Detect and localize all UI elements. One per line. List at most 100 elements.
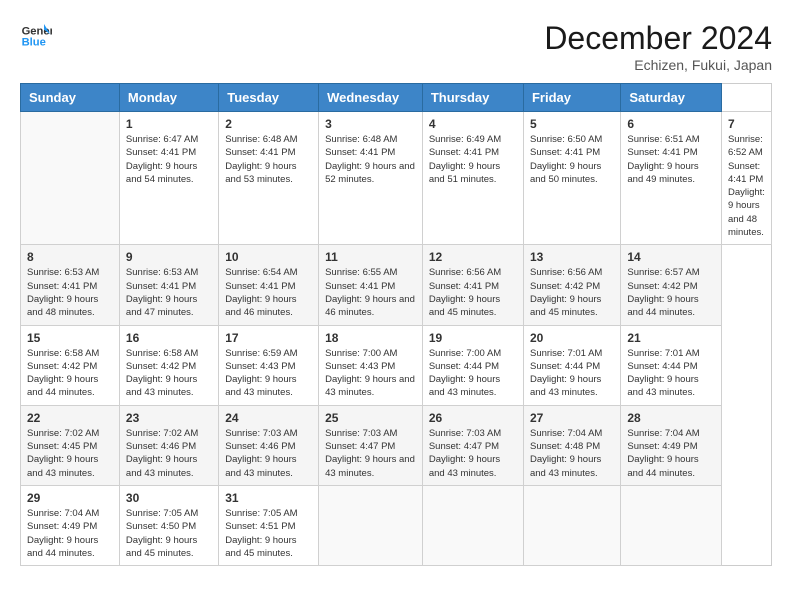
day-info: Sunrise: 7:03 AM Sunset: 4:46 PM Dayligh… [225,427,312,480]
day-info: Sunrise: 7:02 AM Sunset: 4:46 PM Dayligh… [126,427,212,480]
day-of-week-header: Tuesday [219,84,319,112]
calendar-day-cell: 18 Sunrise: 7:00 AM Sunset: 4:43 PM Dayl… [319,325,423,405]
calendar-day-cell: 24 Sunrise: 7:03 AM Sunset: 4:46 PM Dayl… [219,405,319,485]
day-number: 20 [530,331,614,345]
calendar-table: SundayMondayTuesdayWednesdayThursdayFrid… [20,83,772,566]
day-info: Sunrise: 6:58 AM Sunset: 4:42 PM Dayligh… [27,347,113,400]
calendar-day-cell [621,485,722,565]
day-info: Sunrise: 6:53 AM Sunset: 4:41 PM Dayligh… [27,266,113,319]
day-number: 12 [429,250,517,264]
calendar-day-cell [422,485,523,565]
day-info: Sunrise: 7:05 AM Sunset: 4:50 PM Dayligh… [126,507,212,560]
day-number: 4 [429,117,517,131]
day-info: Sunrise: 6:48 AM Sunset: 4:41 PM Dayligh… [225,133,312,186]
calendar-day-cell: 17 Sunrise: 6:59 AM Sunset: 4:43 PM Dayl… [219,325,319,405]
title-area: December 2024 Echizen, Fukui, Japan [544,20,772,73]
day-of-week-header: Friday [523,84,620,112]
calendar-day-cell: 19 Sunrise: 7:00 AM Sunset: 4:44 PM Dayl… [422,325,523,405]
calendar-day-cell: 4 Sunrise: 6:49 AM Sunset: 4:41 PM Dayli… [422,112,523,245]
day-number: 22 [27,411,113,425]
day-number: 8 [27,250,113,264]
calendar-day-cell: 22 Sunrise: 7:02 AM Sunset: 4:45 PM Dayl… [21,405,120,485]
calendar-day-cell: 27 Sunrise: 7:04 AM Sunset: 4:48 PM Dayl… [523,405,620,485]
day-info: Sunrise: 6:48 AM Sunset: 4:41 PM Dayligh… [325,133,416,186]
day-number: 1 [126,117,212,131]
day-number: 26 [429,411,517,425]
calendar-week-row: 15 Sunrise: 6:58 AM Sunset: 4:42 PM Dayl… [21,325,772,405]
day-number: 31 [225,491,312,505]
calendar-day-cell: 3 Sunrise: 6:48 AM Sunset: 4:41 PM Dayli… [319,112,423,245]
day-info: Sunrise: 6:58 AM Sunset: 4:42 PM Dayligh… [126,347,212,400]
day-info: Sunrise: 7:03 AM Sunset: 4:47 PM Dayligh… [325,427,416,480]
calendar-day-cell: 16 Sunrise: 6:58 AM Sunset: 4:42 PM Dayl… [119,325,218,405]
day-number: 19 [429,331,517,345]
day-of-week-header: Saturday [621,84,722,112]
day-of-week-header: Monday [119,84,218,112]
day-info: Sunrise: 7:02 AM Sunset: 4:45 PM Dayligh… [27,427,113,480]
day-info: Sunrise: 6:53 AM Sunset: 4:41 PM Dayligh… [126,266,212,319]
logo: General Blue [20,20,52,52]
svg-text:Blue: Blue [22,37,46,49]
calendar-day-cell: 26 Sunrise: 7:03 AM Sunset: 4:47 PM Dayl… [422,405,523,485]
calendar-week-row: 8 Sunrise: 6:53 AM Sunset: 4:41 PM Dayli… [21,245,772,325]
calendar-week-row: 22 Sunrise: 7:02 AM Sunset: 4:45 PM Dayl… [21,405,772,485]
day-info: Sunrise: 7:04 AM Sunset: 4:49 PM Dayligh… [627,427,715,480]
day-info: Sunrise: 6:54 AM Sunset: 4:41 PM Dayligh… [225,266,312,319]
calendar-week-row: 1 Sunrise: 6:47 AM Sunset: 4:41 PM Dayli… [21,112,772,245]
day-info: Sunrise: 7:03 AM Sunset: 4:47 PM Dayligh… [429,427,517,480]
calendar-day-cell: 1 Sunrise: 6:47 AM Sunset: 4:41 PM Dayli… [119,112,218,245]
day-number: 6 [627,117,715,131]
day-number: 10 [225,250,312,264]
calendar-header-row: SundayMondayTuesdayWednesdayThursdayFrid… [21,84,772,112]
calendar-day-cell: 29 Sunrise: 7:04 AM Sunset: 4:49 PM Dayl… [21,485,120,565]
calendar-day-cell: 8 Sunrise: 6:53 AM Sunset: 4:41 PM Dayli… [21,245,120,325]
day-info: Sunrise: 6:57 AM Sunset: 4:42 PM Dayligh… [627,266,715,319]
calendar-day-cell: 2 Sunrise: 6:48 AM Sunset: 4:41 PM Dayli… [219,112,319,245]
day-info: Sunrise: 6:47 AM Sunset: 4:41 PM Dayligh… [126,133,212,186]
calendar-day-cell: 10 Sunrise: 6:54 AM Sunset: 4:41 PM Dayl… [219,245,319,325]
day-number: 7 [728,117,765,131]
day-info: Sunrise: 6:51 AM Sunset: 4:41 PM Dayligh… [627,133,715,186]
day-number: 15 [27,331,113,345]
day-info: Sunrise: 7:05 AM Sunset: 4:51 PM Dayligh… [225,507,312,560]
calendar-day-cell: 7 Sunrise: 6:52 AM Sunset: 4:41 PM Dayli… [721,112,771,245]
day-info: Sunrise: 7:00 AM Sunset: 4:44 PM Dayligh… [429,347,517,400]
calendar-day-cell: 20 Sunrise: 7:01 AM Sunset: 4:44 PM Dayl… [523,325,620,405]
calendar-day-cell [523,485,620,565]
day-number: 5 [530,117,614,131]
day-number: 21 [627,331,715,345]
day-number: 11 [325,250,416,264]
day-info: Sunrise: 6:59 AM Sunset: 4:43 PM Dayligh… [225,347,312,400]
day-number: 2 [225,117,312,131]
day-of-week-header: Sunday [21,84,120,112]
calendar-day-cell [21,112,120,245]
day-info: Sunrise: 6:56 AM Sunset: 4:42 PM Dayligh… [530,266,614,319]
day-number: 28 [627,411,715,425]
day-number: 14 [627,250,715,264]
day-info: Sunrise: 6:50 AM Sunset: 4:41 PM Dayligh… [530,133,614,186]
day-info: Sunrise: 7:01 AM Sunset: 4:44 PM Dayligh… [530,347,614,400]
day-info: Sunrise: 6:49 AM Sunset: 4:41 PM Dayligh… [429,133,517,186]
day-number: 18 [325,331,416,345]
day-number: 3 [325,117,416,131]
day-of-week-header: Thursday [422,84,523,112]
day-number: 27 [530,411,614,425]
location: Echizen, Fukui, Japan [544,57,772,73]
calendar-day-cell: 6 Sunrise: 6:51 AM Sunset: 4:41 PM Dayli… [621,112,722,245]
page-header: General Blue December 2024 Echizen, Fuku… [20,20,772,73]
day-info: Sunrise: 7:00 AM Sunset: 4:43 PM Dayligh… [325,347,416,400]
month-title: December 2024 [544,20,772,57]
day-number: 25 [325,411,416,425]
calendar-day-cell: 14 Sunrise: 6:57 AM Sunset: 4:42 PM Dayl… [621,245,722,325]
calendar-day-cell: 30 Sunrise: 7:05 AM Sunset: 4:50 PM Dayl… [119,485,218,565]
day-number: 30 [126,491,212,505]
calendar-day-cell: 11 Sunrise: 6:55 AM Sunset: 4:41 PM Dayl… [319,245,423,325]
day-info: Sunrise: 7:04 AM Sunset: 4:48 PM Dayligh… [530,427,614,480]
calendar-day-cell: 25 Sunrise: 7:03 AM Sunset: 4:47 PM Dayl… [319,405,423,485]
day-info: Sunrise: 7:04 AM Sunset: 4:49 PM Dayligh… [27,507,113,560]
calendar-day-cell: 23 Sunrise: 7:02 AM Sunset: 4:46 PM Dayl… [119,405,218,485]
day-number: 17 [225,331,312,345]
day-number: 24 [225,411,312,425]
calendar-day-cell: 21 Sunrise: 7:01 AM Sunset: 4:44 PM Dayl… [621,325,722,405]
calendar-week-row: 29 Sunrise: 7:04 AM Sunset: 4:49 PM Dayl… [21,485,772,565]
